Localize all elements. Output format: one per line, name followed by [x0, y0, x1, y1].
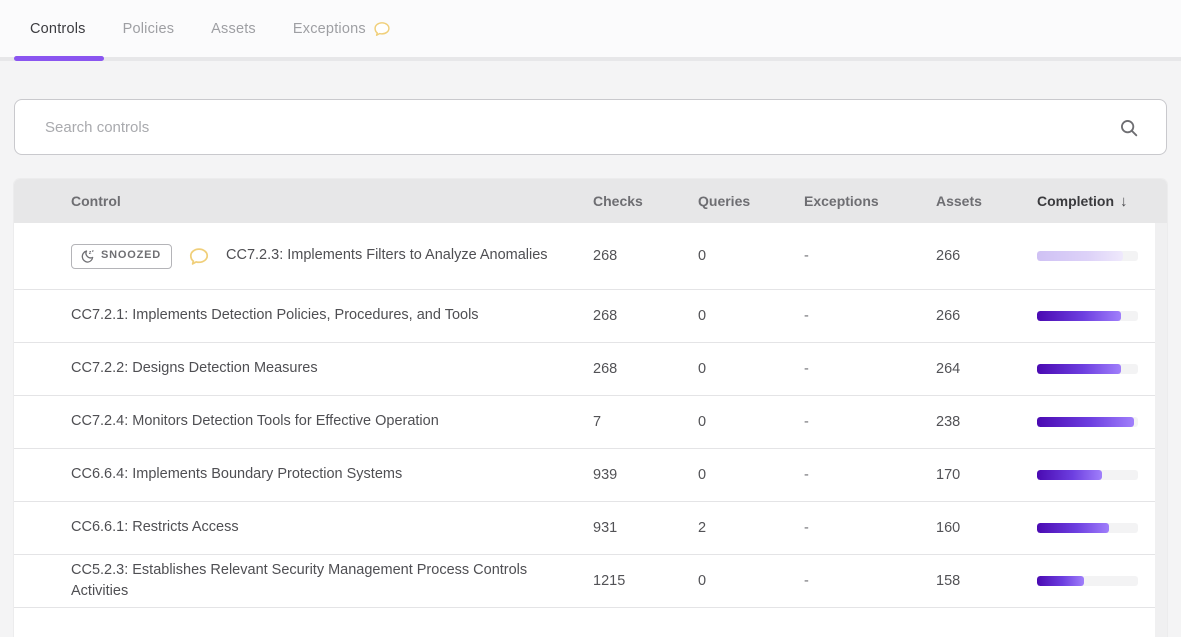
table-body: z z SNOOZED CC7.2.3: Implements Filters …: [14, 223, 1167, 620]
exceptions-value: -: [804, 248, 936, 264]
table-row[interactable]: CC5.2.3: Establishes Relevant Security M…: [14, 555, 1167, 608]
queries-value: 0: [698, 414, 804, 430]
column-header-assets[interactable]: Assets: [936, 193, 1037, 209]
search-input[interactable]: [15, 119, 1166, 136]
snooze-icon: z z: [80, 249, 95, 264]
active-tab-indicator: [14, 56, 104, 61]
search-icon[interactable]: [1118, 117, 1140, 144]
assets-value: 158: [936, 573, 1037, 589]
queries-value: 0: [698, 361, 804, 377]
control-name: CC7.2.2: Designs Detection Measures: [71, 358, 318, 379]
control-name: CC6.6.4: Implements Boundary Protection …: [71, 464, 402, 485]
column-header-exceptions[interactable]: Exceptions: [804, 193, 936, 209]
tab-bar: Controls Policies Assets Exceptions: [0, 0, 1181, 61]
assets-value: 264: [936, 361, 1037, 377]
exceptions-value: -: [804, 520, 936, 536]
tab-assets[interactable]: Assets: [211, 21, 256, 37]
table-header-row: Control Checks Queries Exceptions Assets…: [14, 179, 1167, 223]
exceptions-value: -: [804, 308, 936, 324]
tab-controls-label: Controls: [30, 21, 86, 37]
table-row-partial: [14, 608, 1167, 620]
column-header-queries[interactable]: Queries: [698, 193, 804, 209]
control-name: CC7.2.3: Implements Filters to Analyze A…: [226, 245, 548, 266]
tab-policies-label: Policies: [123, 21, 175, 37]
column-header-completion-label: Completion: [1037, 193, 1114, 209]
tab-exceptions[interactable]: Exceptions: [293, 21, 391, 37]
completion-bar-fill: [1037, 470, 1102, 480]
control-name: CC5.2.3: Establishes Relevant Security M…: [71, 560, 569, 602]
assets-value: 160: [936, 520, 1037, 536]
table-row[interactable]: z z SNOOZED CC7.2.3: Implements Filters …: [14, 223, 1167, 290]
exceptions-value: -: [804, 573, 936, 589]
table-scrollbar-track[interactable]: [1155, 223, 1167, 637]
tab-policies[interactable]: Policies: [123, 21, 175, 37]
completion-bar-fill: [1037, 417, 1134, 427]
tab-track: [0, 57, 1181, 61]
control-name: CC6.6.1: Restricts Access: [71, 517, 239, 538]
queries-value: 2: [698, 520, 804, 536]
assets-value: 266: [936, 248, 1037, 264]
queries-value: 0: [698, 248, 804, 264]
queries-value: 0: [698, 308, 804, 324]
exceptions-value: -: [804, 467, 936, 483]
completion-bar: [1037, 311, 1138, 321]
search-box: [14, 99, 1167, 155]
tab-exceptions-label: Exceptions: [293, 21, 366, 37]
row-comment-icon[interactable]: [188, 247, 210, 266]
completion-bar: [1037, 523, 1138, 533]
queries-value: 0: [698, 467, 804, 483]
tab-controls[interactable]: Controls: [30, 21, 86, 37]
exceptions-value: -: [804, 414, 936, 430]
column-header-completion[interactable]: Completion ↓: [1037, 193, 1155, 210]
controls-table: Control Checks Queries Exceptions Assets…: [14, 179, 1167, 637]
table-row[interactable]: CC7.2.1: Implements Detection Policies, …: [14, 290, 1167, 343]
table-row[interactable]: CC6.6.1: Restricts Access 931 2 - 160: [14, 502, 1167, 555]
completion-bar: [1037, 364, 1138, 374]
completion-bar: [1037, 251, 1138, 261]
exceptions-value: -: [804, 361, 936, 377]
snoozed-badge-label: SNOOZED: [101, 248, 161, 264]
completion-bar-fill: [1037, 364, 1121, 374]
snoozed-badge: z z SNOOZED: [71, 244, 172, 269]
checks-value: 931: [593, 520, 698, 536]
completion-bar: [1037, 417, 1138, 427]
completion-bar: [1037, 576, 1138, 586]
completion-bar-fill: [1037, 311, 1121, 321]
checks-value: 939: [593, 467, 698, 483]
assets-value: 266: [936, 308, 1037, 324]
queries-value: 0: [698, 573, 804, 589]
completion-bar-fill: [1037, 576, 1084, 586]
table-row[interactable]: CC7.2.2: Designs Detection Measures 268 …: [14, 343, 1167, 396]
completion-bar-fill: [1037, 251, 1123, 261]
svg-text:z: z: [92, 249, 94, 253]
completion-bar-fill: [1037, 523, 1109, 533]
checks-value: 268: [593, 361, 698, 377]
sort-desc-icon: ↓: [1120, 193, 1128, 210]
control-name: CC7.2.1: Implements Detection Policies, …: [71, 305, 479, 326]
checks-value: 1215: [593, 573, 698, 589]
table-row[interactable]: CC7.2.4: Monitors Detection Tools for Ef…: [14, 396, 1167, 449]
column-header-checks[interactable]: Checks: [593, 193, 698, 209]
checks-value: 268: [593, 308, 698, 324]
table-row[interactable]: CC6.6.4: Implements Boundary Protection …: [14, 449, 1167, 502]
column-header-control[interactable]: Control: [14, 193, 593, 209]
completion-bar: [1037, 470, 1138, 480]
checks-value: 7: [593, 414, 698, 430]
comment-bubble-icon: [373, 21, 391, 37]
control-name: CC7.2.4: Monitors Detection Tools for Ef…: [71, 411, 439, 432]
tab-assets-label: Assets: [211, 21, 256, 37]
assets-value: 238: [936, 414, 1037, 430]
assets-value: 170: [936, 467, 1037, 483]
checks-value: 268: [593, 248, 698, 264]
